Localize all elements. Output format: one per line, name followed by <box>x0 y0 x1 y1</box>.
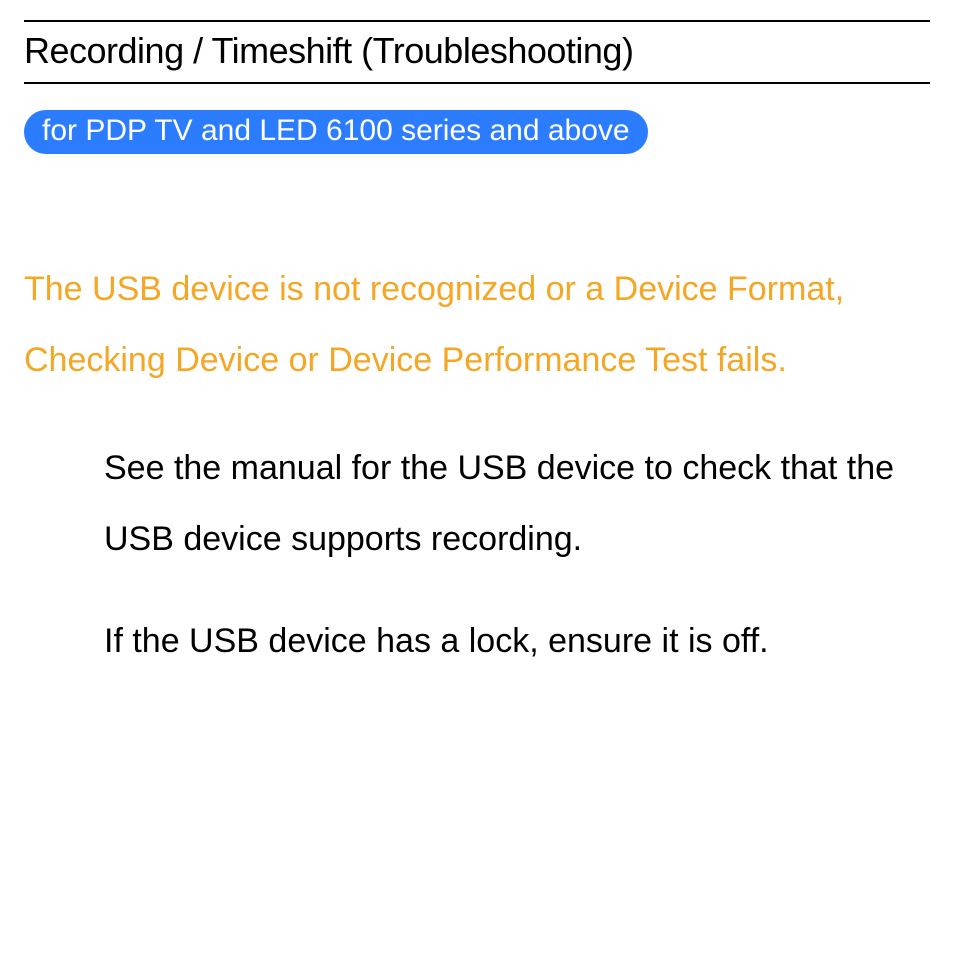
page-title: Recording / Timeshift (Troubleshooting) <box>24 30 930 84</box>
title-top-rule <box>24 20 930 22</box>
body-paragraph: See the manual for the USB device to che… <box>104 433 930 576</box>
body-paragraph: If the USB device has a lock, ensure it … <box>104 606 930 677</box>
issue-heading: The USB device is not recognized or a De… <box>24 254 930 397</box>
applicability-badge: for PDP TV and LED 6100 series and above <box>24 110 648 154</box>
